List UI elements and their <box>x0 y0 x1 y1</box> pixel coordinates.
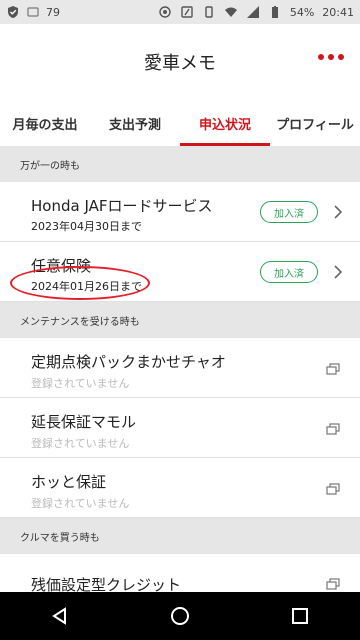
nfc-icon <box>181 6 193 18</box>
external-link-icon <box>326 363 340 375</box>
list-item-subtitle: 登録されていません <box>31 377 130 390</box>
list-item-maintenance-pack[interactable]: 定期点検パックまかせチャオ 登録されていません <box>0 338 360 398</box>
list-item-jaf-road-service[interactable]: Honda JAFロードサービス 2023年04月30日まで 加入済 <box>0 182 360 242</box>
section-header-buy-car: クルマを買う時も <box>0 518 360 554</box>
list-item-residual-credit[interactable]: 残価設定型クレジット <box>0 554 360 594</box>
back-icon[interactable] <box>50 606 70 626</box>
external-link-icon <box>326 483 340 495</box>
app-bar: 愛車メモ <box>0 24 360 100</box>
more-options-icon[interactable] <box>318 54 344 60</box>
list-item-title: 延長保証マモル <box>31 413 137 431</box>
signal-icon <box>246 6 259 18</box>
shield-check-icon <box>8 6 18 18</box>
section-header-maintenance: メンテナンスを受ける時も <box>0 302 360 338</box>
section-header-emergency: 万が一の時も <box>0 146 360 182</box>
list-item-subtitle: 2023年04月30日まで <box>31 220 142 233</box>
tab-bar: 月毎の支出 支出予測 申込状況 プロフィール <box>0 100 360 146</box>
status-bar: 79 54% 20:41 <box>0 0 360 24</box>
red-ellipse-annotation <box>10 266 150 300</box>
vibrate-icon <box>205 6 213 18</box>
notification-icon <box>27 7 39 17</box>
battery-level: 54% <box>289 5 315 19</box>
external-link-icon <box>326 423 340 435</box>
system-nav-bar <box>0 592 360 640</box>
home-icon[interactable] <box>170 606 190 626</box>
page-title: 愛車メモ <box>144 53 216 74</box>
tab-monthly-expenses[interactable]: 月毎の支出 <box>0 100 90 146</box>
external-link-icon <box>326 578 340 590</box>
list-item-title: 定期点検パックまかせチャオ <box>31 353 226 371</box>
list-item-subtitle: 登録されていません <box>31 497 130 510</box>
status-badge: 加入済 <box>260 201 318 223</box>
tab-profile[interactable]: プロフィール <box>270 100 360 146</box>
list-item-subtitle: 登録されていません <box>31 437 130 450</box>
app-notification-icon <box>159 6 171 18</box>
list-item-title: Honda JAFロードサービス <box>31 197 213 215</box>
recents-icon[interactable] <box>290 606 310 626</box>
wifi-icon <box>224 7 237 17</box>
list-item-hotto-warranty[interactable]: ホッと保証 登録されていません <box>0 458 360 518</box>
tab-expense-forecast[interactable]: 支出予測 <box>90 100 180 146</box>
chevron-right-icon <box>334 205 343 219</box>
battery-icon <box>271 6 278 18</box>
status-left-text: 79 <box>46 5 60 19</box>
tab-application-status[interactable]: 申込状況 <box>180 100 270 146</box>
status-badge: 加入済 <box>260 261 318 283</box>
clock: 20:41 <box>322 5 354 19</box>
list-item-extended-warranty[interactable]: 延長保証マモル 登録されていません <box>0 398 360 458</box>
chevron-right-icon <box>334 265 343 279</box>
list-item-title: ホッと保証 <box>31 473 107 491</box>
